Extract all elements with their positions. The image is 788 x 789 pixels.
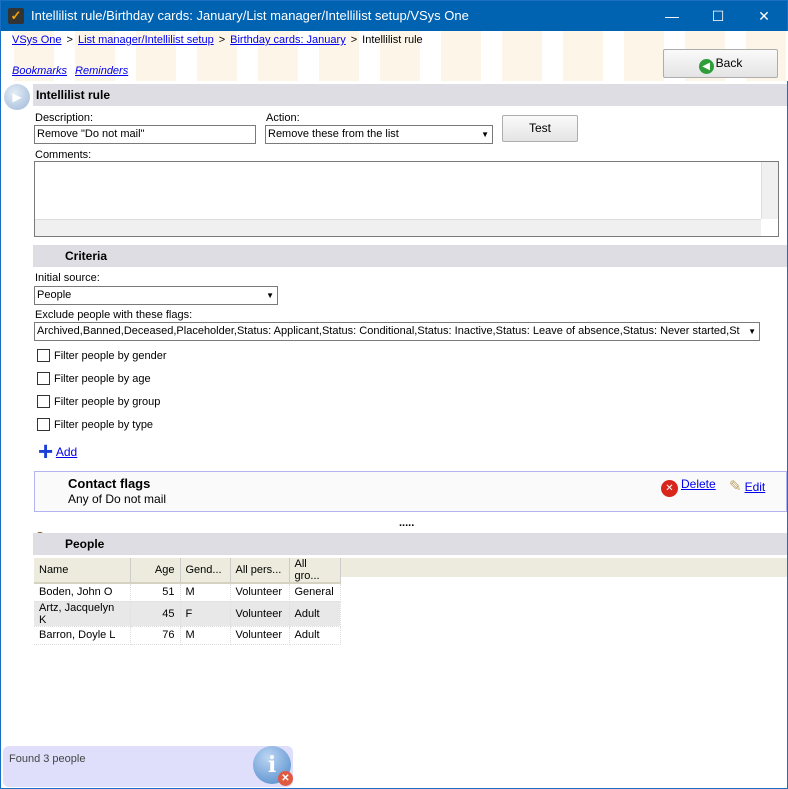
dismiss-icon[interactable]: ✕ xyxy=(278,771,293,786)
initial-source-dropdown[interactable]: People xyxy=(34,286,278,305)
close-button[interactable]: ✕ xyxy=(741,1,787,31)
checkbox-icon xyxy=(37,418,50,431)
status-bar: Found 3 people xyxy=(3,746,293,787)
breadcrumb-separator: > xyxy=(218,34,226,46)
back-arrow-icon: ◀ xyxy=(698,59,714,74)
table-row[interactable]: Barron, Doyle L 76 M Volunteer Adult xyxy=(34,626,341,645)
delete-label: Delete xyxy=(681,477,716,491)
breadcrumb-current: Intellilist rule xyxy=(362,34,423,46)
breadcrumb-birthday-cards[interactable]: Birthday cards: January xyxy=(230,34,346,46)
checkbox-icon xyxy=(37,372,50,385)
back-label: Back xyxy=(715,56,743,70)
maximize-button[interactable]: ☐ xyxy=(695,1,741,31)
app-window: ✓ Intellilist rule/Birthday cards: Janua… xyxy=(0,0,788,789)
reminders-link[interactable]: Reminders xyxy=(75,65,128,77)
breadcrumb-list-manager[interactable]: List manager/Intellilist setup xyxy=(78,34,214,46)
comments-vertical-scrollbar[interactable] xyxy=(761,162,778,219)
column-header-name[interactable]: Name xyxy=(34,558,131,584)
breadcrumb-separator: > xyxy=(350,34,358,46)
filter-type-label: Filter people by type xyxy=(54,419,154,431)
cell-age: 51 xyxy=(130,583,181,602)
people-header: People xyxy=(33,533,787,555)
breadcrumb: VSys One > List manager/Intellilist setup >… xyxy=(12,34,423,46)
breadcrumb-separator: > xyxy=(66,34,73,46)
delete-button[interactable]: ✕ Delete xyxy=(661,477,716,497)
collapse-arrow-icon[interactable]: ▶ xyxy=(4,84,30,110)
table-row[interactable]: Artz, Jacquelyn K 45 F Volunteer Adult xyxy=(34,601,341,627)
cell-name: Barron, Doyle L xyxy=(34,626,131,645)
cell-age: 45 xyxy=(130,601,181,627)
column-header-all-groups[interactable]: All gro... xyxy=(289,558,341,584)
test-button[interactable]: Test xyxy=(502,115,578,142)
window-title: Intellilist rule/Birthday cards: January… xyxy=(31,8,469,23)
cell-group: Adult xyxy=(289,601,341,627)
cell-person-type: Volunteer xyxy=(230,583,290,602)
minimize-button[interactable]: — xyxy=(649,1,695,31)
cell-name: Boden, John O xyxy=(34,583,131,602)
checkbox-icon xyxy=(37,349,50,362)
cell-gender: F xyxy=(180,601,231,627)
delete-icon: ✕ xyxy=(661,480,678,497)
criteria-header: Criteria xyxy=(33,245,787,267)
contact-flags-title: Contact flags xyxy=(68,476,151,491)
column-header-gender[interactable]: Gend... xyxy=(180,558,231,584)
vsys-logo-icon: ✓ xyxy=(8,8,24,24)
comments-horizontal-scrollbar[interactable] xyxy=(35,219,761,236)
pencil-icon: ✎ xyxy=(729,478,742,495)
back-button[interactable]: ◀ Back xyxy=(663,49,778,78)
checkbox-icon xyxy=(37,395,50,408)
add-label: Add xyxy=(55,445,78,459)
filter-gender-checkbox[interactable]: Filter people by gender xyxy=(37,349,167,362)
exclude-flags-label: Exclude people with these flags: xyxy=(35,309,193,321)
filter-group-checkbox[interactable]: Filter people by group xyxy=(37,395,160,408)
filter-age-label: Filter people by age xyxy=(54,373,151,385)
cell-gender: M xyxy=(180,626,231,645)
action-label: Action: xyxy=(266,112,300,124)
cell-group: General xyxy=(289,583,341,602)
description-label: Description: xyxy=(35,112,94,124)
exclude-flags-dropdown[interactable]: Archived,Banned,Deceased,Placeholder,Sta… xyxy=(34,322,760,341)
cell-name: Artz, Jacquelyn K xyxy=(34,601,131,627)
table-row[interactable]: Boden, John O 51 M Volunteer General xyxy=(34,583,341,602)
add-button[interactable]: + Add xyxy=(38,438,78,464)
info-icon[interactable]: i ✕ xyxy=(253,746,293,786)
cell-age: 76 xyxy=(130,626,181,645)
people-table: Name Age Gend... All pers... All gro... … xyxy=(34,558,341,645)
description-input[interactable]: Remove "Do not mail" xyxy=(34,125,256,144)
status-text: Found 3 people xyxy=(9,753,86,765)
intellilist-rule-header: Intellilist rule xyxy=(33,84,787,106)
cell-group: Adult xyxy=(289,626,341,645)
breadcrumb-vsys-one[interactable]: VSys One xyxy=(12,34,62,46)
comments-label: Comments: xyxy=(35,149,92,161)
splitter-handle[interactable]: ..... xyxy=(399,517,414,529)
bookmarks-link[interactable]: Bookmarks xyxy=(12,65,67,77)
filter-age-checkbox[interactable]: Filter people by age xyxy=(37,372,151,385)
edit-button[interactable]: ✎ Edit xyxy=(729,477,765,495)
action-dropdown[interactable]: Remove these from the list xyxy=(265,125,493,144)
filter-type-checkbox[interactable]: Filter people by type xyxy=(37,418,153,431)
filter-gender-label: Filter people by gender xyxy=(54,350,167,362)
column-header-all-person-types[interactable]: All pers... xyxy=(230,558,290,584)
cell-person-type: Volunteer xyxy=(230,626,290,645)
initial-source-label: Initial source: xyxy=(35,272,100,284)
title-bar: ✓ Intellilist rule/Birthday cards: Janua… xyxy=(1,1,787,31)
contact-flags-detail: Any of Do not mail xyxy=(68,492,167,506)
cell-gender: M xyxy=(180,583,231,602)
quick-links: Bookmarks Reminders xyxy=(12,65,136,77)
cell-person-type: Volunteer xyxy=(230,601,290,627)
edit-label: Edit xyxy=(744,480,766,494)
plus-icon: + xyxy=(38,436,54,466)
filter-group-label: Filter people by group xyxy=(54,396,161,408)
column-header-age[interactable]: Age xyxy=(130,558,181,584)
